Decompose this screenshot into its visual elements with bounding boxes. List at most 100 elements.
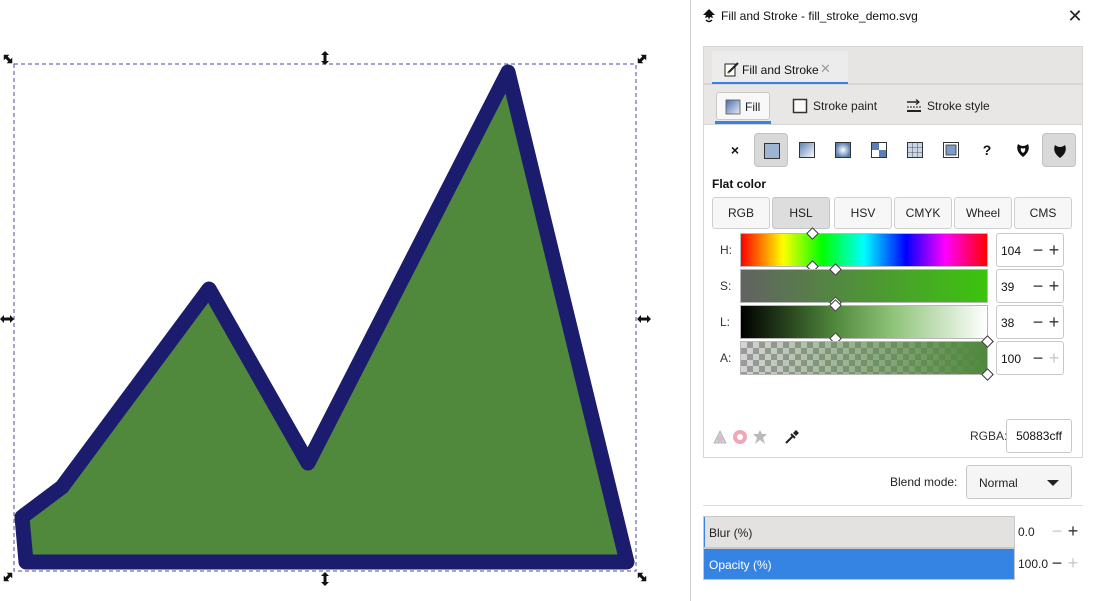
hue-slider[interactable]: [740, 227, 988, 273]
drawing-canvas[interactable]: [0, 0, 690, 601]
canvas-svg: [0, 51, 651, 586]
fill-rule-evenodd-button[interactable]: [1006, 133, 1040, 167]
handle-n[interactable]: [321, 51, 329, 65]
color-space-tabs: RGB HSL HSV CMYK Wheel CMS: [712, 197, 1072, 229]
tab-hsv[interactable]: HSV: [834, 197, 892, 229]
alpha-value[interactable]: 100: [1001, 352, 1021, 366]
opacity-value[interactable]: 100.0: [1018, 557, 1048, 571]
lightness-increment-icon[interactable]: +: [1047, 312, 1061, 332]
pattern-button[interactable]: [862, 133, 896, 167]
dialog-title: Fill and Stroke - fill_stroke_demo.svg: [721, 9, 918, 23]
tab-rgb[interactable]: RGB: [712, 197, 770, 229]
blur-label: Blur (%): [709, 526, 753, 540]
nonzero-icon: [1054, 145, 1066, 158]
saturation-slider-row: S: 39 − +: [704, 263, 1082, 309]
opacity-row: Opacity (%) 100.0 − +: [703, 548, 1083, 580]
radial-gradient-icon: [835, 142, 851, 158]
paint-subtabs: Fill Stroke paint Stroke style: [704, 85, 1082, 125]
stroke-paint-icon: [792, 98, 808, 114]
tab-wheel[interactable]: Wheel: [954, 197, 1012, 229]
no-paint-icon: ×: [730, 142, 740, 158]
unset-paint-button[interactable]: ?: [970, 133, 1004, 167]
alpha-decrement-icon[interactable]: −: [1031, 348, 1045, 368]
alpha-marker-bottom[interactable]: [981, 368, 994, 381]
opacity-decrement-icon[interactable]: −: [1050, 553, 1064, 573]
fill-rule-nonzero-button[interactable]: [1042, 133, 1076, 167]
tab-cms[interactable]: CMS: [1014, 197, 1072, 229]
lightness-value[interactable]: 38: [1001, 316, 1014, 330]
handle-ne[interactable]: [635, 52, 649, 66]
opacity-slider[interactable]: Opacity (%): [703, 548, 1015, 580]
close-icon[interactable]: ✕: [1063, 4, 1087, 28]
saturation-value[interactable]: 39: [1001, 280, 1014, 294]
tab-stroke-paint[interactable]: Stroke paint: [792, 92, 892, 120]
mesh-icon: [907, 142, 923, 158]
blur-slider[interactable]: Blur (%): [703, 516, 1015, 548]
alpha-spinbox[interactable]: 100 − +: [996, 341, 1064, 375]
tab-stroke-style[interactable]: Stroke style: [906, 92, 1006, 120]
lightness-decrement-icon[interactable]: −: [1031, 312, 1045, 332]
flat-color-icon: [764, 143, 780, 159]
fill-stroke-dialog: Fill and Stroke - fill_stroke_demo.svg ✕…: [690, 0, 1094, 601]
tab-close-icon[interactable]: ✕: [820, 61, 831, 77]
out-of-gamut-icon[interactable]: [732, 429, 748, 445]
saturation-decrement-icon[interactable]: −: [1031, 276, 1045, 296]
evenodd-icon: [1017, 144, 1029, 157]
handle-w[interactable]: [0, 315, 14, 323]
saturation-increment-icon[interactable]: +: [1047, 276, 1061, 296]
fill-stroke-icon: [724, 62, 739, 77]
hue-increment-icon[interactable]: +: [1047, 240, 1061, 260]
flat-color-button[interactable]: [754, 133, 788, 167]
blur-increment-icon[interactable]: +: [1066, 521, 1080, 541]
handle-e[interactable]: [637, 315, 651, 323]
rgba-label: RGBA:: [970, 429, 1008, 443]
paint-mode-toolbar: × ?: [718, 133, 1076, 167]
blur-row: Blur (%) 0.0 − +: [703, 516, 1083, 548]
lightness-label: L:: [720, 315, 731, 329]
unset-icon: ?: [982, 142, 992, 158]
eyedropper-icon[interactable]: [784, 429, 800, 445]
inkscape-logo-icon: [703, 9, 715, 23]
alpha-slider[interactable]: [740, 335, 994, 381]
blend-mode-label: Blend mode:: [890, 475, 958, 489]
linear-gradient-button[interactable]: [790, 133, 824, 167]
dialog-titlebar[interactable]: Fill and Stroke - fill_stroke_demo.svg ✕: [691, 0, 1094, 32]
blur-fill: [704, 517, 705, 547]
handle-nw[interactable]: [1, 52, 15, 66]
blur-decrement-icon: −: [1051, 521, 1063, 541]
lightness-spinbox[interactable]: 38 − +: [996, 305, 1064, 339]
color-tools-row: RGBA: 50883cff: [704, 419, 1082, 453]
handle-se[interactable]: [635, 570, 649, 584]
mesh-button[interactable]: [898, 133, 932, 167]
tab-cmyk[interactable]: CMYK: [894, 197, 952, 229]
blur-value[interactable]: 0.0: [1018, 525, 1035, 539]
handle-sw[interactable]: [1, 570, 15, 584]
saturation-slider[interactable]: [740, 263, 988, 309]
blend-mode-dropdown[interactable]: Normal: [966, 465, 1072, 499]
chevron-down-icon: [1047, 480, 1059, 486]
selected-shape[interactable]: [14, 64, 635, 570]
tab-fill[interactable]: Fill: [715, 92, 771, 124]
too-much-ink-icon[interactable]: [752, 429, 768, 445]
swatch-icon: [943, 142, 959, 158]
hue-marker-top[interactable]: [806, 227, 819, 240]
alpha-slider-row: A: 100 − +: [704, 335, 1082, 381]
hue-spinbox[interactable]: 104 − +: [996, 233, 1064, 267]
color-gamut-icon[interactable]: [712, 429, 728, 445]
radial-gradient-button[interactable]: [826, 133, 860, 167]
handle-s[interactable]: [321, 572, 329, 586]
linear-gradient-icon: [799, 142, 815, 158]
no-paint-button[interactable]: ×: [718, 133, 752, 167]
hue-value[interactable]: 104: [1001, 244, 1021, 258]
fill-stroke-panel: Fill Stroke paint Stroke style × ? Flat …: [703, 84, 1083, 458]
rgba-input[interactable]: 50883cff: [1006, 419, 1072, 453]
tab-hsl[interactable]: HSL: [772, 197, 830, 229]
lightness-slider[interactable]: [740, 299, 988, 345]
swatch-button[interactable]: [934, 133, 968, 167]
blend-mode-value: Normal: [979, 476, 1018, 490]
tab-fill-and-stroke[interactable]: Fill and Stroke ✕: [712, 51, 848, 85]
hue-slider-row: H: 104 − +: [704, 227, 1082, 273]
blend-mode-row: Blend mode: Normal: [703, 458, 1083, 506]
saturation-spinbox[interactable]: 39 − +: [996, 269, 1064, 303]
hue-decrement-icon[interactable]: −: [1031, 240, 1045, 260]
